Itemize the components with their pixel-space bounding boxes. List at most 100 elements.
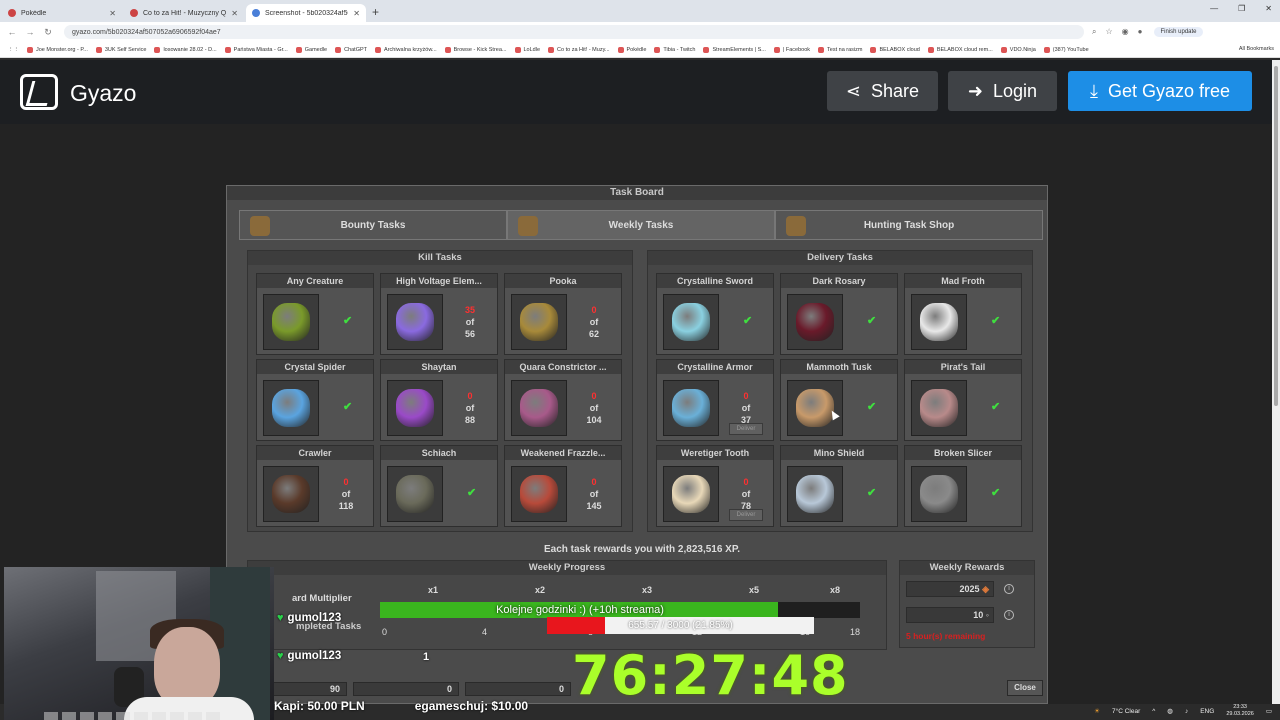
task-card[interactable]: Pooka 0 of 62 bbox=[504, 273, 622, 355]
finish-update-button[interactable]: Finish update bbox=[1154, 27, 1203, 37]
bookmark-label: ChatGPT bbox=[344, 46, 368, 53]
info-icon[interactable]: i bbox=[1004, 584, 1014, 594]
bookmark-item[interactable]: LoLdle bbox=[514, 46, 540, 53]
tab-hunting-task-shop[interactable]: Hunting Task Shop bbox=[775, 210, 1043, 240]
system-clock[interactable]: 23:33 29.03.2026 bbox=[1226, 704, 1254, 718]
item-slot bbox=[911, 466, 967, 522]
bookmark-item[interactable]: StreamElements | S... bbox=[703, 46, 766, 53]
bookmark-item[interactable]: Tibia - Twitch bbox=[654, 46, 695, 53]
gyazo-logo-icon[interactable] bbox=[20, 74, 58, 110]
task-card[interactable]: Dark Rosary ✔ bbox=[780, 273, 898, 355]
item-slot bbox=[387, 380, 443, 436]
bookmark-item[interactable]: Test na rasizm bbox=[818, 46, 862, 53]
task-card[interactable]: Any Creature ✔ bbox=[256, 273, 374, 355]
address-bar-row: ← → ↻ gyazo.com/5b020324af507052a6906592… bbox=[0, 22, 1280, 42]
close-tab-icon[interactable]: ✕ bbox=[231, 9, 238, 18]
profile-icon[interactable]: ● bbox=[1138, 27, 1143, 37]
forward-icon[interactable]: → bbox=[24, 27, 36, 37]
extension-icon[interactable]: ◉ bbox=[1122, 27, 1129, 37]
task-card[interactable]: Crawler 0 of 118 bbox=[256, 445, 374, 527]
task-card[interactable]: Mad Froth ✔ bbox=[904, 273, 1022, 355]
task-card[interactable]: Crystal Spider ✔ bbox=[256, 359, 374, 441]
bookmark-item[interactable]: | Facebook bbox=[773, 46, 810, 53]
new-tab-icon[interactable]: + bbox=[372, 5, 379, 19]
checkmark-icon: ✔ bbox=[343, 315, 353, 327]
close-button[interactable]: Close bbox=[1007, 680, 1043, 696]
tray-chevron-icon[interactable]: ^ bbox=[1152, 708, 1155, 715]
volume-icon[interactable]: ♪ bbox=[1185, 708, 1188, 715]
creature-sprite-icon bbox=[672, 475, 710, 513]
task-card[interactable]: Weretiger Tooth 0 of 78 Deliver bbox=[656, 445, 774, 527]
info-icon[interactable]: i bbox=[1004, 610, 1014, 620]
page-scrollbar-thumb[interactable] bbox=[1274, 66, 1278, 406]
download-icon: ⤓ bbox=[1089, 80, 1098, 101]
bookmark-item[interactable]: Państwa Miasta - Gr... bbox=[224, 46, 288, 53]
item-slot bbox=[511, 294, 567, 350]
task-card[interactable]: Pirat's Tail ✔ bbox=[904, 359, 1022, 441]
gyazo-brand[interactable]: Gyazo bbox=[70, 80, 136, 107]
close-tab-icon[interactable]: ✕ bbox=[109, 9, 116, 18]
bookmark-item[interactable]: 3UK Self Service bbox=[95, 46, 146, 53]
task-card[interactable]: Weakened Frazzle... 0 of 145 bbox=[504, 445, 622, 527]
bookmark-item[interactable]: BELABOX cloud rem... bbox=[927, 46, 993, 53]
close-tab-icon[interactable]: ✕ bbox=[353, 9, 360, 18]
browser-tab-active[interactable]: Screenshot - 5b020324af50705 ✕ bbox=[246, 4, 366, 22]
bookmark-item[interactable]: Browse - Kick Strea... bbox=[444, 46, 507, 53]
task-card[interactable]: Mammoth Tusk ✔ bbox=[780, 359, 898, 441]
bookmark-item[interactable]: Co to za Hit! - Muzy... bbox=[548, 46, 610, 53]
bookmark-item[interactable]: Joe Monster.org - P... bbox=[27, 46, 88, 53]
reload-icon[interactable]: ↻ bbox=[42, 27, 54, 38]
weather-text[interactable]: 7°C Clear bbox=[1112, 708, 1140, 715]
browser-tab[interactable]: Pokédle ✕ bbox=[2, 4, 122, 22]
deliver-button[interactable]: Deliver bbox=[729, 423, 763, 435]
progress-of: of bbox=[465, 403, 475, 413]
supporter-row: ♥ gumol123 bbox=[277, 612, 341, 624]
bookmark-item[interactable]: BELABOX cloud bbox=[870, 46, 920, 53]
login-button[interactable]: ➜ Login bbox=[948, 71, 1057, 111]
weather-icon[interactable]: ☀ bbox=[1094, 707, 1100, 715]
url-field[interactable]: gyazo.com/5b020324af507052a6906592f04ae7 bbox=[64, 25, 1084, 39]
close-window-icon[interactable]: ✕ bbox=[1265, 4, 1272, 13]
bookmark-favicon-icon bbox=[773, 46, 780, 53]
task-card[interactable]: High Voltage Elem... 35 of 56 bbox=[380, 273, 498, 355]
item-slot bbox=[787, 294, 843, 350]
apps-icon[interactable]: ⋮⋮ bbox=[8, 47, 19, 53]
task-card[interactable]: Mino Shield ✔ bbox=[780, 445, 898, 527]
bookmark-item[interactable]: losowanie 28.02 - D... bbox=[154, 46, 217, 53]
minimize-icon[interactable]: — bbox=[1210, 4, 1218, 13]
bookmark-item[interactable]: (387) YouTube bbox=[1043, 46, 1089, 53]
notification-icon[interactable]: ▭ bbox=[1266, 707, 1272, 715]
language-indicator[interactable]: ENG bbox=[1200, 708, 1214, 715]
browser-tab[interactable]: Co to za Hit! - Muzyczny Q ✕ bbox=[124, 4, 244, 22]
tick-label: 18 bbox=[850, 627, 861, 637]
network-icon[interactable]: ◍ bbox=[1167, 707, 1173, 715]
task-card[interactable]: Shaytan 0 of 88 bbox=[380, 359, 498, 441]
share-button[interactable]: ⋖ Share bbox=[827, 71, 938, 111]
creature-sprite-icon bbox=[272, 303, 310, 341]
progress-current: 0 bbox=[743, 477, 749, 487]
bookmark-star-icon[interactable]: ☆ bbox=[1105, 27, 1112, 37]
all-bookmarks-button[interactable]: All Bookmarks bbox=[1239, 46, 1274, 52]
get-gyazo-button[interactable]: ⤓ Get Gyazo free bbox=[1068, 71, 1252, 111]
bookmark-item[interactable]: Pokédle bbox=[617, 46, 646, 53]
task-card[interactable]: Quara Constrictor ... 0 of 104 bbox=[504, 359, 622, 441]
zoom-icon[interactable]: ⌕ bbox=[1092, 27, 1096, 37]
deliver-button[interactable]: Deliver bbox=[729, 509, 763, 521]
back-icon[interactable]: ← bbox=[6, 27, 18, 37]
bookmark-item[interactable]: ChatGPT bbox=[335, 46, 368, 53]
bookmark-item[interactable]: Archiwalna krzyżów... bbox=[375, 46, 437, 53]
task-name: Mammoth Tusk bbox=[781, 360, 897, 374]
task-card[interactable]: Schiach ✔ bbox=[380, 445, 498, 527]
task-card[interactable]: Crystalline Armor 0 of 37 Deliver bbox=[656, 359, 774, 441]
task-card[interactable]: Crystalline Sword ✔ bbox=[656, 273, 774, 355]
bookmark-favicon-icon bbox=[514, 46, 521, 53]
tab-bounty-tasks[interactable]: Bounty Tasks bbox=[239, 210, 507, 240]
task-card[interactable]: Broken Slicer ✔ bbox=[904, 445, 1022, 527]
tab-weekly-tasks[interactable]: Weekly Tasks bbox=[507, 210, 775, 240]
bookmark-item[interactable]: Gamedle bbox=[295, 46, 327, 53]
heart-icon: ♥ bbox=[277, 612, 284, 624]
bookmark-label: (387) YouTube bbox=[1052, 46, 1089, 53]
maximize-icon[interactable]: ❐ bbox=[1238, 4, 1245, 13]
bookmark-item[interactable]: VDO.Ninja bbox=[1000, 46, 1036, 53]
tab-label: Hunting Task Shop bbox=[863, 219, 955, 231]
